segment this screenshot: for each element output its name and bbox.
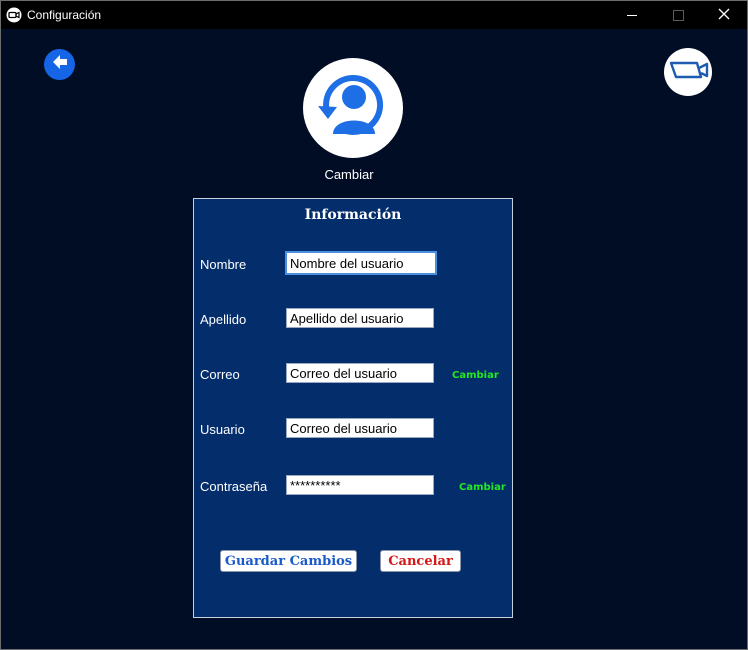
- arrow-left-icon: [50, 52, 70, 77]
- change-password-link[interactable]: Cambiar: [459, 482, 506, 493]
- username-label: Usuario: [200, 422, 245, 437]
- cancel-button[interactable]: Cancelar: [380, 550, 461, 572]
- first-name-label: Nombre: [200, 257, 247, 272]
- user-refresh-icon: [313, 66, 393, 151]
- configuration-window: Configuración Cambiar Información Nombre…: [0, 0, 748, 650]
- close-icon: [718, 7, 730, 23]
- change-email-link[interactable]: Cambiar: [452, 370, 499, 381]
- username-input[interactable]: [286, 418, 434, 438]
- password-label: Contraseña: [200, 479, 268, 494]
- email-label: Correo: [200, 367, 240, 382]
- profile-avatar[interactable]: [303, 58, 403, 158]
- maximize-button[interactable]: [655, 1, 701, 29]
- minimize-button[interactable]: [609, 1, 655, 29]
- video-call-button[interactable]: [664, 48, 712, 96]
- minimize-icon: [627, 14, 637, 16]
- maximize-icon: [672, 9, 684, 21]
- video-camera-logo-icon: [6, 7, 22, 23]
- change-photo-link[interactable]: Cambiar: [299, 167, 399, 182]
- video-camera-icon: [667, 58, 709, 87]
- email-input[interactable]: [286, 363, 434, 383]
- close-button[interactable]: [701, 1, 747, 29]
- window-title: Configuración: [27, 8, 102, 22]
- save-changes-button[interactable]: Guardar Cambios: [220, 550, 357, 572]
- information-panel: Información Nombre Apellido Correo Cambi…: [193, 198, 513, 618]
- back-button[interactable]: [44, 49, 75, 80]
- last-name-label: Apellido: [200, 312, 247, 327]
- title-bar: Configuración: [1, 1, 747, 29]
- panel-title: Información: [304, 207, 402, 223]
- first-name-input[interactable]: [285, 251, 437, 275]
- last-name-input[interactable]: [286, 308, 434, 328]
- password-input[interactable]: [286, 475, 434, 495]
